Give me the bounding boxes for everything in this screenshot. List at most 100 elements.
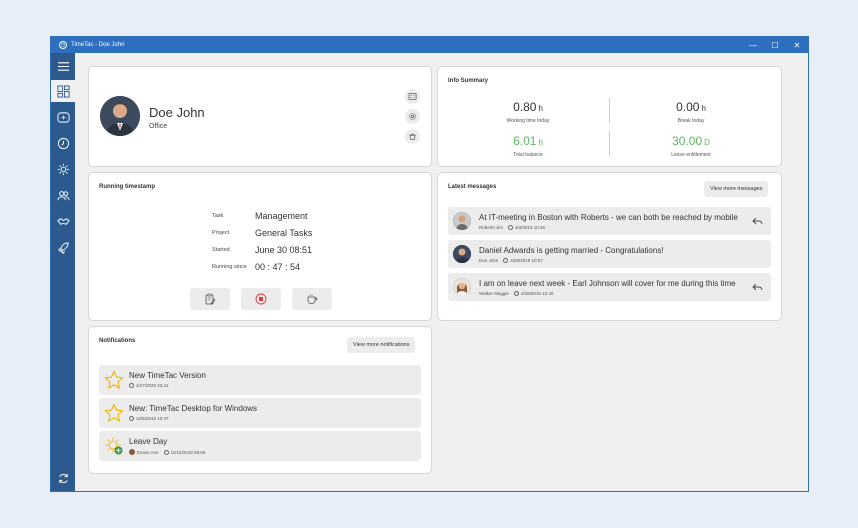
working-time-value: 0.80 h: [513, 100, 543, 114]
task-label: Task: [212, 213, 224, 219]
sidebar-item-rocket[interactable]: [51, 236, 75, 258]
dashboard-icon: [56, 84, 70, 98]
message-item[interactable]: At IT-meeting in Boston with Roberts - w…: [448, 207, 771, 235]
sidebar-menu-button[interactable]: [51, 55, 75, 77]
notification-text: New TimeTac Version: [129, 371, 206, 380]
message-date: 4/28/2019 10:40: [520, 291, 554, 296]
sidebar-item-dashboard[interactable]: [51, 80, 75, 102]
timetac-logo-icon: ◷: [59, 41, 67, 49]
sender-avatar: [453, 245, 471, 263]
stop-timer-button[interactable]: [241, 288, 281, 310]
notification-user: Evans Ann: [137, 449, 159, 455]
coffee-cup-icon: [409, 133, 416, 140]
total-balance-label: Total balance: [513, 152, 543, 158]
edit-timestamp-button[interactable]: [190, 288, 230, 310]
notification-meta: Evans Ann 11/15/2019 09:59: [129, 449, 205, 455]
minimize-button[interactable]: —: [742, 37, 764, 53]
stop-icon: [255, 293, 267, 305]
clock-icon: [503, 258, 509, 263]
sidebar-item-absences[interactable]: [51, 158, 75, 180]
clock-icon: [163, 449, 169, 455]
clock-icon: [129, 383, 134, 388]
star-icon: [104, 403, 124, 422]
notification-meta: 4/27/2020 23:41: [129, 383, 169, 388]
message-meta: Walker Maggie 4/28/2019 10:40: [479, 291, 553, 296]
notification-meta: 12/5/2019 10:47: [129, 416, 169, 421]
message-meta: Roberts Jim 3/4/2019 10:46: [479, 225, 545, 230]
leave-entitlement-label: Leave entitlement: [671, 152, 711, 158]
clock-icon: [129, 416, 134, 421]
title-bar: ◷ TimeTac - Doe John — ☐ ✕: [51, 37, 808, 53]
menu-icon: [57, 61, 69, 71]
working-time-label: Working time today: [506, 118, 550, 124]
sync-icon: [58, 473, 68, 483]
message-meta: Doe John 4/26/2019 10:57: [479, 258, 543, 263]
sidebar-item-clock[interactable]: [51, 132, 75, 154]
message-sender: Doe John: [479, 258, 499, 263]
reply-icon[interactable]: [752, 282, 763, 292]
app-window: ◷ TimeTac - Doe John — ☐ ✕ Doe John Offi…: [50, 36, 809, 492]
notifications-card: Notifications View more notifications Ne…: [88, 326, 432, 474]
started-value: June 30 08:51: [255, 245, 313, 255]
contact-card-icon: [408, 93, 417, 100]
settings-button[interactable]: [405, 109, 420, 124]
notification-item[interactable]: Leave Day Evans Ann 11/15/2019 09:59: [99, 431, 421, 461]
maximize-button[interactable]: ☐: [764, 37, 786, 53]
start-break-button[interactable]: [292, 288, 332, 310]
project-value: General Tasks: [255, 228, 313, 238]
project-label: Project: [212, 230, 230, 236]
message-text: I am on leave next week - Earl Johnson w…: [479, 279, 736, 288]
sidebar: [51, 53, 75, 491]
divider: [609, 98, 610, 123]
sidebar-item-time-tracking[interactable]: [51, 106, 75, 128]
user-avatar: [129, 449, 135, 455]
message-item[interactable]: Daniel Adwards is getting married - Cong…: [448, 240, 771, 268]
message-text: Daniel Adwards is getting married - Cong…: [479, 246, 664, 255]
contact-card-button[interactable]: [405, 89, 420, 104]
window-title: TimeTac - Doe John: [71, 42, 125, 48]
message-sender: Roberts Jim: [479, 225, 504, 230]
running-since-label: Running since: [212, 264, 247, 270]
clipboard-edit-icon: [205, 293, 216, 305]
message-sender: Walker Maggie: [479, 291, 509, 296]
running-timestamp-title: Running timestamp: [99, 184, 156, 190]
handshake-icon: [56, 217, 70, 225]
star-icon: [104, 370, 124, 389]
dashboard-content: Doe John Office Info Summary 0.80 h Worki…: [75, 53, 808, 491]
info-summary-title: Info Summary: [448, 78, 489, 84]
notification-item[interactable]: New TimeTac Version 4/27/2020 23:41: [99, 365, 421, 395]
profile-avatar: [100, 96, 140, 136]
sun-leave-icon: [105, 437, 123, 455]
started-label: Started: [212, 247, 230, 253]
notifications-title: Notifications: [99, 338, 136, 344]
notification-date: 12/5/2019 10:47: [136, 416, 169, 421]
sun-icon: [57, 163, 69, 175]
rocket-icon: [57, 241, 69, 254]
total-balance-value: 6.01 h: [513, 134, 543, 148]
sender-avatar: [453, 212, 471, 230]
sender-avatar: [453, 278, 471, 296]
clock-icon: [513, 291, 519, 296]
sidebar-item-users[interactable]: [51, 184, 75, 206]
info-summary-card: Info Summary 0.80 h Working time today 0.…: [437, 66, 782, 167]
view-more-notifications-button[interactable]: View more notifications: [347, 337, 416, 353]
time-tracking-icon: [56, 111, 70, 123]
break-button[interactable]: [405, 129, 420, 144]
message-item[interactable]: I am on leave next week - Earl Johnson w…: [448, 273, 771, 301]
running-timestamp-card: Running timestamp Task Management Projec…: [88, 172, 432, 321]
gear-icon: [409, 113, 416, 120]
view-more-messages-button[interactable]: View more messages: [704, 181, 769, 197]
task-value: Management: [255, 211, 308, 221]
leave-entitlement-value: 30.00 D: [672, 134, 710, 148]
profile-name: Doe John: [149, 105, 205, 120]
notification-date: 4/27/2020 23:41: [136, 383, 169, 388]
break-today-value: 0.00 h: [676, 100, 706, 114]
sidebar-item-handshake[interactable]: [51, 210, 75, 232]
message-date: 3/4/2019 10:46: [515, 225, 546, 230]
message-date: 4/26/2019 10:57: [510, 258, 543, 263]
sidebar-sync-button[interactable]: [51, 467, 75, 489]
close-button[interactable]: ✕: [786, 37, 808, 53]
notification-item[interactable]: New: TimeTac Desktop for Windows 12/5/20…: [99, 398, 421, 428]
reply-icon[interactable]: [752, 216, 763, 226]
message-text: At IT-meeting in Boston with Roberts - w…: [479, 213, 738, 222]
